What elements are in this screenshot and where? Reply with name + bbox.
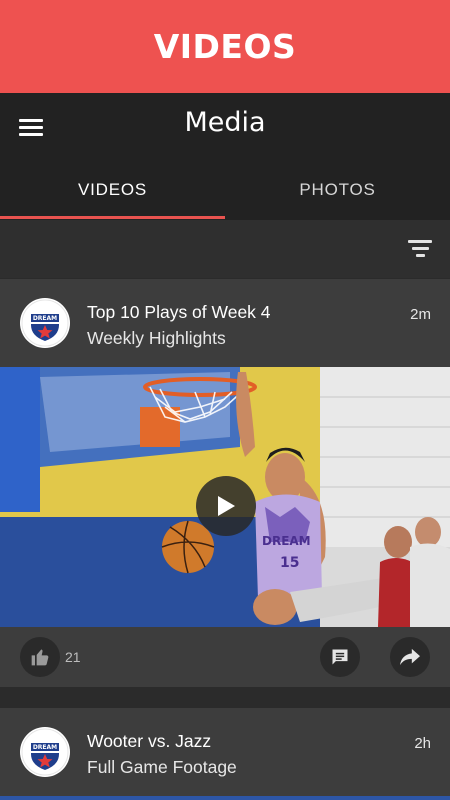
card-title: Wooter vs. Jazz <box>87 731 212 751</box>
card-header[interactable]: DREAM Wooter vs. Jazz Full Game Footage … <box>0 708 450 796</box>
svg-text:DREAM: DREAM <box>33 744 57 751</box>
team-logo: DREAM <box>20 727 70 777</box>
card-subtitle: Weekly Highlights <box>87 328 226 348</box>
app-bar: Media <box>0 93 450 160</box>
like-count: 21 <box>65 649 81 665</box>
card-timestamp: 2m <box>410 306 431 323</box>
card-title: Top 10 Plays of Week 4 <box>87 302 271 322</box>
media-tabs: VIDEOS PHOTOS <box>0 160 450 220</box>
svg-text:DREAM: DREAM <box>33 315 57 322</box>
card-actions: 21 <box>0 627 450 687</box>
card-subtitle: Full Game Footage <box>87 757 237 777</box>
thumbs-up-icon <box>31 649 49 666</box>
comment-icon <box>332 649 348 665</box>
promo-banner: VIDEOS <box>0 0 450 93</box>
card-timestamp: 2h <box>414 735 431 752</box>
video-card: DREAM Top 10 Plays of Week 4 Weekly High… <box>0 279 450 687</box>
video-card: DREAM Wooter vs. Jazz Full Game Footage … <box>0 708 450 800</box>
share-button[interactable] <box>390 637 430 677</box>
video-thumbnail[interactable] <box>0 796 450 800</box>
banner-title: VIDEOS <box>153 27 297 66</box>
like-button[interactable] <box>20 637 60 677</box>
tab-videos[interactable]: VIDEOS <box>0 160 225 220</box>
svg-text:15: 15 <box>280 555 299 571</box>
play-icon <box>218 496 235 516</box>
play-button[interactable] <box>196 476 256 536</box>
filter-icon[interactable] <box>408 240 432 258</box>
page-title: Media <box>184 107 266 138</box>
tab-photos[interactable]: PHOTOS <box>225 160 450 220</box>
filter-bar <box>0 220 450 278</box>
comment-button[interactable] <box>320 637 360 677</box>
video-thumbnail[interactable]: DREAM 15 <box>0 367 450 627</box>
svg-text:DREAM: DREAM <box>262 534 311 548</box>
share-arrow-icon <box>400 648 420 666</box>
team-logo: DREAM <box>20 298 70 348</box>
card-header[interactable]: DREAM Top 10 Plays of Week 4 Weekly High… <box>0 279 450 367</box>
